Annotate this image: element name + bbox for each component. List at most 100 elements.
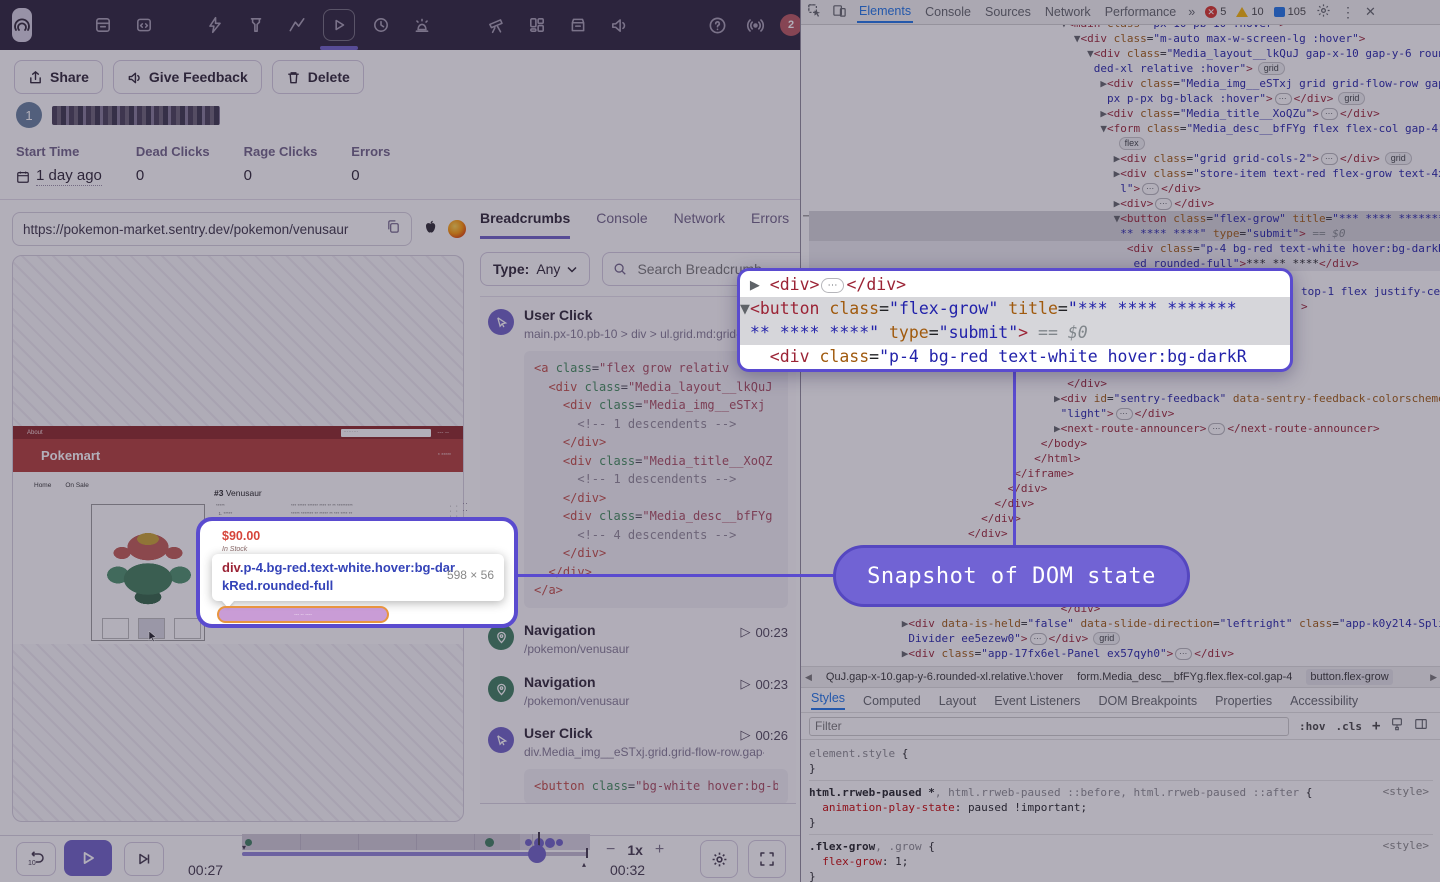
type-filter-dropdown[interactable]: Type: Any [480, 252, 590, 286]
breadcrumb-navigation-2[interactable]: Navigation /pokemon/venusaur ▷00:23 [488, 674, 788, 708]
chrome-devtools: Elements Console Sources Network Perform… [800, 0, 1440, 882]
cursor-icon [148, 631, 157, 642]
broadcast-icon[interactable] [742, 12, 768, 38]
tab-dom-breakpoints[interactable]: DOM Breakpoints [1098, 694, 1197, 708]
nav-releases-icon[interactable] [565, 12, 591, 38]
nav-replays-icon-active[interactable] [323, 9, 355, 41]
devtools-tab-sources[interactable]: Sources [983, 2, 1033, 22]
nav-discover-telescope-icon[interactable] [483, 12, 509, 38]
crumb-scroll-right[interactable]: ▶ [1430, 672, 1437, 683]
breadcrumb-code: <a class="flex grow relativ <div class="… [524, 351, 788, 608]
speed-value[interactable]: 1x [627, 842, 643, 858]
seek-handle[interactable] [528, 845, 546, 863]
tab-console[interactable]: Console [596, 210, 647, 239]
site-nav-onsale[interactable]: On Sale [65, 482, 89, 489]
devtools-settings-icon[interactable] [1316, 3, 1331, 21]
thumbnail-2-selected[interactable] [138, 618, 165, 639]
crumb-button-selected[interactable]: button.flex-grow [1306, 669, 1392, 685]
tab-breadcrumbs[interactable]: Breadcrumbs [480, 210, 570, 239]
timeline-click-marker[interactable] [545, 838, 555, 848]
copy-url-icon[interactable] [386, 219, 401, 239]
device-toolbar-icon[interactable] [832, 3, 847, 21]
seek-start-marker: ▾ [242, 843, 246, 852]
total-time: 00:32 [610, 862, 645, 878]
site-about-link[interactable]: About [27, 430, 43, 436]
seek-bar[interactable]: ▾ ▴ [242, 852, 588, 856]
styles-filter-input[interactable] [809, 717, 1289, 736]
tab-layout[interactable]: Layout [939, 694, 977, 708]
crumb-media-layout[interactable]: QuJ.gap-x-10.gap-y-6.rounded-xl.relative… [826, 671, 1063, 683]
devtools-tab-network[interactable]: Network [1043, 2, 1093, 22]
nav-projects-icon[interactable] [131, 12, 157, 38]
timeline-click-marker[interactable] [525, 839, 532, 846]
speed-decrease-button[interactable]: − [606, 841, 615, 859]
play-from-icon: ▷ [740, 727, 750, 743]
rewind-10s-button[interactable]: 10 [16, 842, 56, 876]
css-rules[interactable]: element.style {}html.rrweb-paused *, htm… [801, 740, 1440, 882]
devtools-tab-performance[interactable]: Performance [1103, 2, 1179, 22]
player-settings-button[interactable] [700, 840, 738, 878]
hov-toggle[interactable]: :hov [1299, 720, 1326, 733]
speed-increase-button[interactable]: + [655, 841, 664, 859]
play-from-icon: ▷ [740, 676, 750, 692]
tab-accessibility[interactable]: Accessibility [1290, 694, 1358, 708]
breadcrumb-timestamp[interactable]: ▷00:23 [740, 676, 788, 692]
issues-count[interactable]: 105 [1274, 6, 1306, 18]
breadcrumb-timestamp[interactable]: ▷00:23 [740, 624, 788, 640]
color-format-icon[interactable] [1390, 717, 1404, 736]
inspect-tooltip: div.p-4.bg-red.text-white.hover:bg-darkR… [212, 554, 504, 601]
cls-toggle[interactable]: .cls [1336, 720, 1363, 733]
breadcrumb-user-click-2[interactable]: User Click div.Media_img__eSTxj.grid.gri… [488, 725, 788, 804]
nav-profiling-icon[interactable] [243, 12, 269, 38]
tab-styles[interactable]: Styles [811, 691, 845, 710]
thumbnail-3[interactable] [174, 618, 201, 639]
breadcrumb-navigation-1[interactable]: Navigation /pokemon/venusaur ▷00:23 [488, 622, 788, 656]
devtools-toolbar: Elements Console Sources Network Perform… [801, 0, 1440, 25]
devtools-kebab-menu[interactable]: ⋮ [1341, 4, 1355, 21]
timeline-navigation-marker[interactable] [245, 839, 252, 846]
fullscreen-button[interactable] [748, 840, 786, 878]
nav-dashboards-icon[interactable] [524, 12, 550, 38]
timeline-navigation-marker[interactable] [485, 838, 494, 847]
nav-issues-icon[interactable] [90, 12, 116, 38]
new-style-rule-button[interactable]: + [1372, 718, 1380, 734]
nav-sessions-clock-icon[interactable] [368, 12, 394, 38]
console-errors-count[interactable]: ✕5 [1205, 6, 1226, 18]
next-breadcrumb-button[interactable] [124, 842, 164, 876]
tab-computed[interactable]: Computed [863, 694, 921, 708]
nav-crons-siren-icon[interactable] [409, 12, 435, 38]
site-nav-home[interactable]: Home [34, 482, 51, 489]
crumb-scroll-left[interactable]: ◀ [805, 672, 812, 683]
console-warnings-count[interactable]: 10 [1236, 6, 1263, 18]
devtools-close-icon[interactable]: ✕ [1365, 4, 1376, 20]
stock-status: In Stock [222, 546, 247, 553]
inspect-element-icon[interactable] [807, 3, 822, 21]
help-icon[interactable] [704, 12, 730, 38]
nav-feedback-megaphone-icon[interactable] [606, 12, 632, 38]
more-tabs-chevron[interactable]: » [1188, 5, 1195, 19]
nav-performance-icon[interactable] [284, 12, 310, 38]
highlighted-add-to-cart-button[interactable]: --- -- ---- [217, 606, 389, 623]
share-button[interactable]: Share [14, 60, 103, 94]
delete-button[interactable]: Delete [272, 60, 364, 94]
devtools-tab-elements[interactable]: Elements [857, 1, 913, 23]
devtools-tab-console[interactable]: Console [923, 2, 973, 22]
tab-errors[interactable]: Errors [751, 210, 789, 239]
thumbnail-1[interactable] [102, 618, 129, 639]
browser-os-icons [422, 219, 466, 238]
play-from-icon: ▷ [740, 624, 750, 640]
breadcrumb-timestamp[interactable]: ▷00:26 [740, 727, 788, 743]
sentry-logo[interactable] [12, 8, 32, 42]
tab-network[interactable]: Network [674, 210, 725, 239]
nav-alerts-lightning-icon[interactable] [202, 12, 228, 38]
play-button[interactable] [64, 840, 112, 876]
timeline-click-marker[interactable] [556, 839, 563, 846]
tab-event-listeners[interactable]: Event Listeners [994, 694, 1080, 708]
avatar: 1 [16, 102, 42, 128]
site-search-input[interactable]: ········· [341, 429, 431, 437]
computed-sidebar-icon[interactable] [1414, 717, 1428, 736]
give-feedback-button[interactable]: Give Feedback [113, 60, 262, 94]
tab-properties[interactable]: Properties [1215, 694, 1272, 708]
replay-url-bar[interactable]: https://pokemon-market.sentry.dev/pokemo… [12, 212, 412, 246]
crumb-form[interactable]: form.Media_desc__bfFYg.flex.flex-col.gap… [1077, 671, 1292, 683]
